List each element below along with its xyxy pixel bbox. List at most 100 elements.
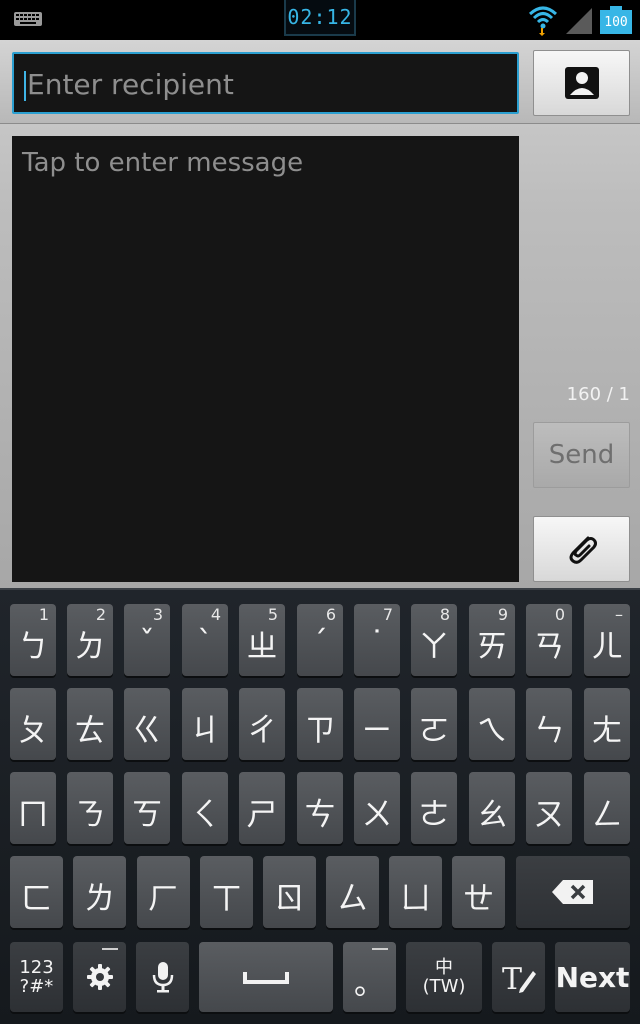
- bopomofo-key[interactable]: ㄜ: [411, 772, 457, 844]
- key-hint-number: 9: [497, 605, 508, 624]
- bopomofo-key[interactable]: ㄕ: [239, 772, 285, 844]
- bopomofo-key[interactable]: 1ㄅ: [10, 604, 56, 676]
- bopomofo-key[interactable]: 3ˇ: [124, 604, 170, 676]
- bopomofo-key[interactable]: ㄥ: [584, 772, 630, 844]
- key-label: ㄡ: [533, 796, 565, 833]
- symbols-key[interactable]: 123 ?#*: [10, 942, 63, 1012]
- key-hint-mark: [372, 948, 388, 950]
- key-hint-number: 1: [38, 605, 49, 624]
- symbols-key-line1: 123: [19, 957, 54, 978]
- key-label: ㄈ: [21, 880, 52, 917]
- bopomofo-key[interactable]: 6ˊ: [297, 604, 343, 676]
- bopomofo-key[interactable]: ㄍ: [124, 688, 170, 760]
- bopomofo-key[interactable]: – ㄦ: [584, 604, 630, 676]
- recipient-input[interactable]: Enter recipient: [12, 52, 519, 114]
- symbols-key-line2: ?#*: [19, 976, 54, 997]
- bopomofo-key[interactable]: ㄝ: [452, 856, 505, 928]
- svg-text:T: T: [502, 962, 522, 995]
- bopomofo-key[interactable]: ㄔ: [239, 688, 285, 760]
- bopomofo-key[interactable]: ㄐ: [182, 688, 228, 760]
- key-hint-number: 8: [439, 605, 450, 624]
- key-label: ㄇ: [17, 796, 49, 833]
- key-label: ㄏ: [148, 880, 179, 917]
- space-icon: [243, 972, 289, 984]
- bopomofo-key[interactable]: 4ˋ: [182, 604, 228, 676]
- clock: 02:12: [284, 0, 356, 36]
- send-button[interactable]: Send: [533, 422, 630, 488]
- key-label: ㄊ: [74, 712, 106, 749]
- key-label: ㄩ: [400, 880, 431, 917]
- key-hint-number: 6: [325, 605, 336, 624]
- language-key-line2: (TW): [422, 976, 466, 997]
- bopomofo-key[interactable]: ㄣ: [526, 688, 572, 760]
- key-label: ˇ: [139, 625, 155, 661]
- key-label: ㄟ: [476, 712, 508, 749]
- bopomofo-key[interactable]: ㄊ: [67, 688, 113, 760]
- space-key[interactable]: [199, 942, 333, 1012]
- next-key[interactable]: Next: [555, 942, 630, 1012]
- bopomofo-key[interactable]: 2ㄉ: [67, 604, 113, 676]
- battery-level: 100: [600, 10, 632, 34]
- bopomofo-key[interactable]: ㄤ: [584, 688, 630, 760]
- bopomofo-key[interactable]: ㄠ: [469, 772, 515, 844]
- key-label: ㄚ: [418, 628, 450, 665]
- key-label: ㄤ: [591, 712, 623, 749]
- key-label: ㄢ: [533, 628, 565, 665]
- bopomofo-key[interactable]: 7 ˙: [354, 604, 400, 676]
- key-hint-number: 2: [95, 605, 106, 624]
- key-hint-number: –: [615, 605, 623, 624]
- wifi-icon: [528, 6, 558, 36]
- handwriting-icon: T: [502, 962, 536, 995]
- key-label: ㄓ: [246, 628, 278, 665]
- bopomofo-key[interactable]: ㄛ: [411, 688, 457, 760]
- key-label: ㄎ: [131, 796, 163, 833]
- period-key-label: 。: [354, 965, 385, 1002]
- message-placeholder: Tap to enter message: [22, 148, 304, 178]
- language-key[interactable]: 中 (TW): [406, 942, 482, 1012]
- key-label: ㄉ: [74, 628, 106, 665]
- attach-button[interactable]: [533, 516, 630, 582]
- contacts-button[interactable]: [533, 50, 630, 116]
- key-hint-number: 4: [210, 605, 221, 624]
- bopomofo-key[interactable]: ㄘ: [297, 772, 343, 844]
- backspace-key[interactable]: [516, 856, 630, 928]
- bopomofo-key[interactable]: ㄑ: [182, 772, 228, 844]
- bopomofo-key[interactable]: ㄎ: [124, 772, 170, 844]
- handwriting-key[interactable]: T: [492, 942, 545, 1012]
- bopomofo-key[interactable]: ㄋ: [67, 772, 113, 844]
- bopomofo-key[interactable]: ㄇ: [10, 772, 56, 844]
- bopomofo-key[interactable]: ㄡ: [526, 772, 572, 844]
- signal-icon: [566, 8, 592, 34]
- gear-icon: [86, 964, 113, 990]
- key-label: ㄖ: [274, 880, 305, 917]
- key-label: ㄑ: [189, 796, 221, 833]
- bopomofo-key[interactable]: ㄩ: [389, 856, 442, 928]
- bopomofo-key[interactable]: 8ㄚ: [411, 604, 457, 676]
- bopomofo-key[interactable]: 5ㄓ: [239, 604, 285, 676]
- bopomofo-key[interactable]: 0ㄢ: [526, 604, 572, 676]
- bopomofo-key[interactable]: ㄧ: [354, 688, 400, 760]
- bopomofo-key[interactable]: ㄟ: [469, 688, 515, 760]
- contact-icon: [564, 67, 599, 99]
- bopomofo-key[interactable]: ㄌ: [73, 856, 126, 928]
- message-input[interactable]: Tap to enter message: [12, 136, 519, 582]
- voice-input-key[interactable]: [136, 942, 189, 1012]
- key-label: ㄆ: [17, 712, 49, 749]
- period-key[interactable]: 。: [343, 942, 396, 1012]
- key-label: ㄙ: [337, 880, 368, 917]
- bopomofo-key[interactable]: ㄈ: [10, 856, 63, 928]
- bopomofo-key[interactable]: ㄖ: [263, 856, 316, 928]
- bopomofo-key[interactable]: ㄆ: [10, 688, 56, 760]
- bopomofo-key[interactable]: ㄨ: [354, 772, 400, 844]
- bopomofo-key[interactable]: ㄙ: [326, 856, 379, 928]
- key-hint-mark: [102, 948, 118, 950]
- key-label: ㄧ: [361, 712, 393, 749]
- bopomofo-key[interactable]: ㄏ: [137, 856, 190, 928]
- bopomofo-key[interactable]: 9ㄞ: [469, 604, 515, 676]
- key-label: ㄍ: [131, 712, 163, 749]
- settings-key[interactable]: [73, 942, 126, 1012]
- bopomofo-key[interactable]: ㄒ: [200, 856, 253, 928]
- clock-time: 02:12: [287, 5, 353, 29]
- backspace-icon: [552, 880, 593, 904]
- bopomofo-key[interactable]: ㄗ: [297, 688, 343, 760]
